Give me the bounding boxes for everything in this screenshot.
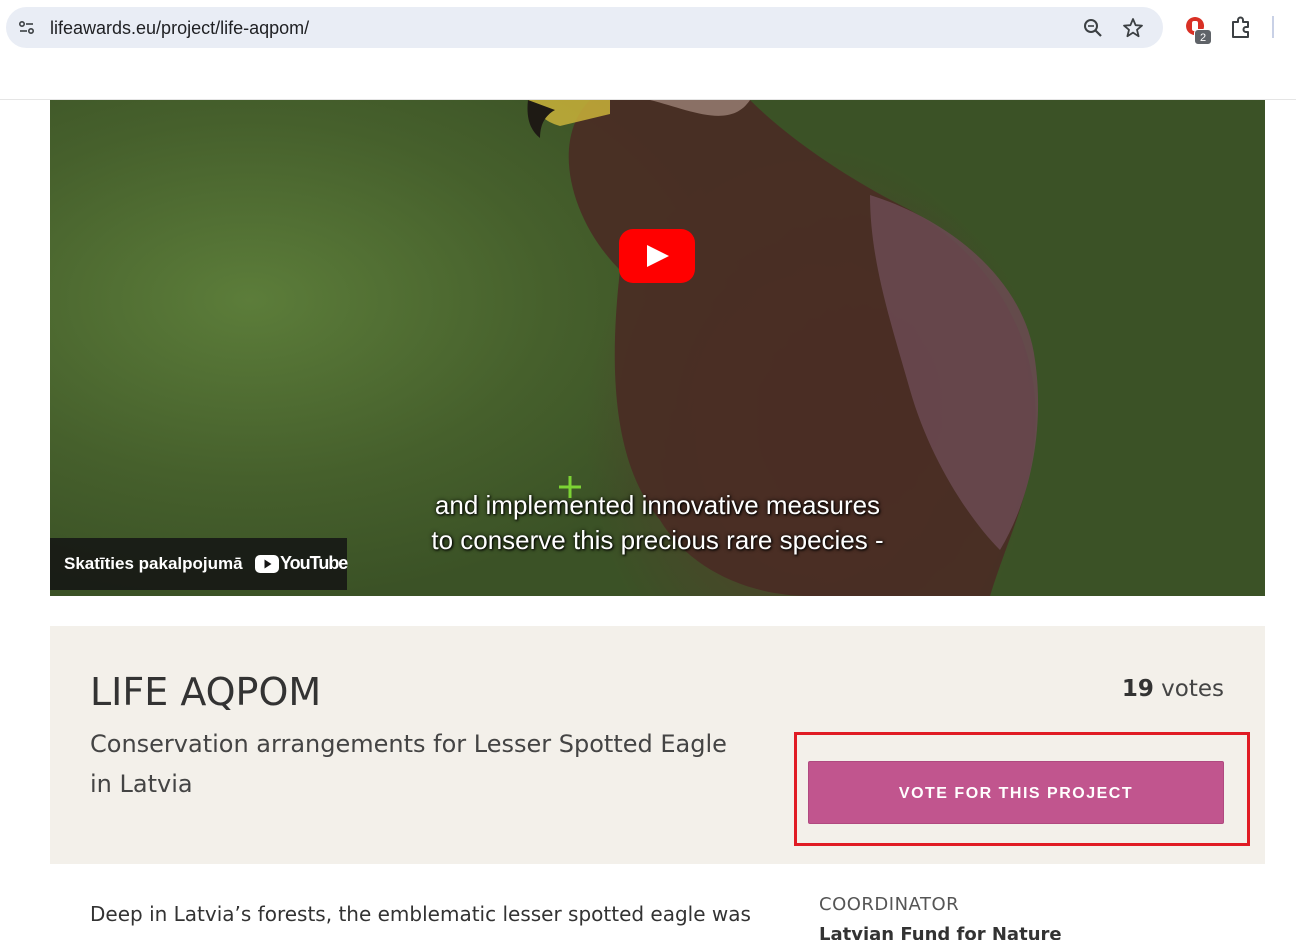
- vote-count: 19 votes: [1122, 676, 1224, 702]
- vote-button[interactable]: VOTE FOR THIS PROJECT: [808, 761, 1224, 824]
- project-title: LIFE AQPOM: [90, 670, 322, 714]
- puzzle-icon[interactable]: [1228, 14, 1254, 42]
- watch-on-label: Skatīties pakalpojumā: [64, 554, 243, 573]
- video-subtitle-line-1: and implemented innovative measures: [434, 490, 881, 520]
- play-button[interactable]: [619, 229, 695, 283]
- coordinator-name: Latvian Fund for Nature: [819, 924, 1062, 940]
- video-player[interactable]: and implemented innovative measures to c…: [50, 100, 1265, 596]
- youtube-wordmark: YouTube: [280, 553, 348, 573]
- project-description: Deep in Latvia’s forests, the emblematic…: [90, 902, 751, 926]
- watch-on-youtube-button[interactable]: Skatīties pakalpojumā YouTube: [50, 538, 348, 590]
- project-panel: LIFE AQPOM Conservation arrangements for…: [50, 626, 1265, 864]
- toolbar-divider: [1272, 16, 1274, 38]
- star-icon[interactable]: [1122, 17, 1144, 39]
- play-icon: [647, 245, 669, 267]
- youtube-logo-icon: [255, 555, 279, 573]
- zoom-icon[interactable]: [1082, 17, 1104, 39]
- vote-count-number: 19: [1121, 676, 1154, 702]
- address-bar[interactable]: lifeawards.eu/project/life-aqpom/: [6, 7, 1163, 48]
- coordinator-label: COORDINATOR: [819, 894, 960, 915]
- vote-count-label: votes: [1161, 676, 1224, 702]
- site-info-icon[interactable]: [18, 19, 36, 37]
- project-subtitle: Conservation arrangements for Lesser Spo…: [90, 730, 727, 798]
- extension-badge: 2: [1194, 29, 1212, 45]
- url-text[interactable]: lifeawards.eu/project/life-aqpom/: [50, 18, 309, 39]
- browser-toolbar: lifeawards.eu/project/life-aqpom/ 2: [0, 0, 1296, 100]
